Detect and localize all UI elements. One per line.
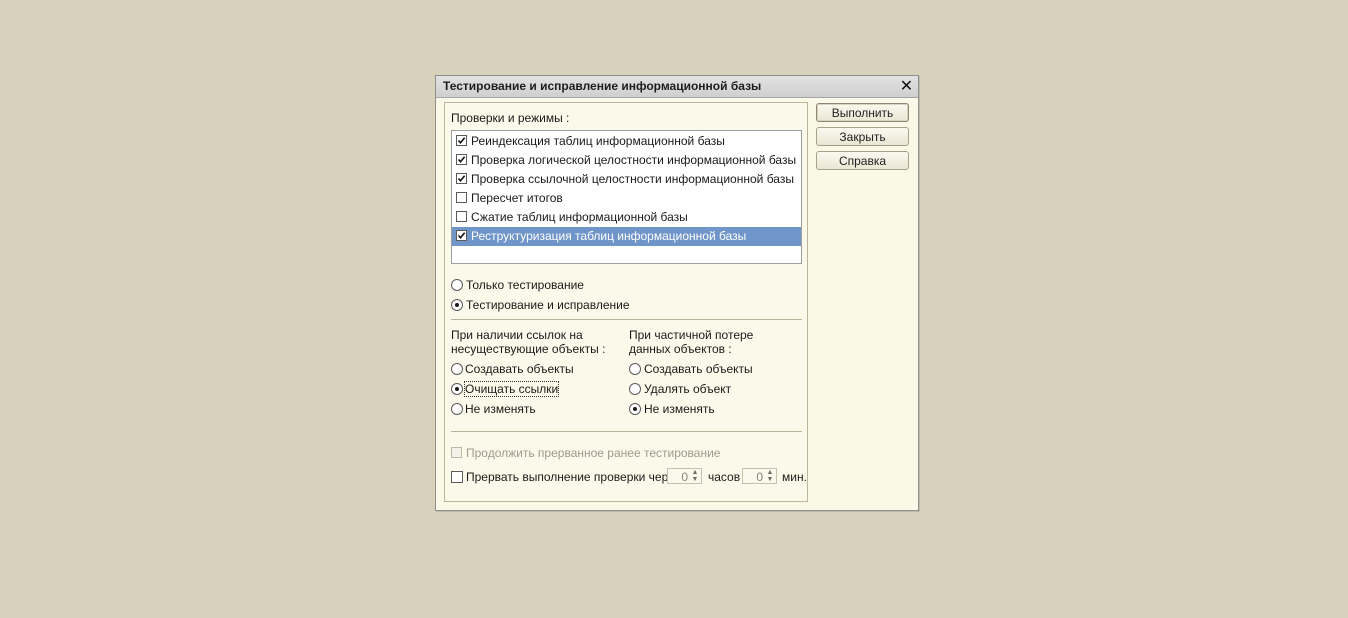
partial-loss-create-label[interactable]: Создавать объекты (644, 362, 753, 376)
reference-integrity-label: Проверка ссылочной целостности информаци… (471, 172, 794, 186)
partial-loss-keep-label[interactable]: Не изменять (644, 402, 715, 416)
list-item[interactable]: Проверка логической целостности информац… (452, 151, 801, 170)
partial-loss-delete-label[interactable]: Удалять объект (644, 382, 731, 396)
checks-list[interactable]: Реиндексация таблиц информационной базы … (451, 130, 802, 264)
hours-down-icon[interactable]: ▼ (690, 476, 700, 483)
dialog-titlebar[interactable]: Тестирование и исправление информационно… (436, 76, 918, 98)
test-repair-dialog: Тестирование и исправление информационно… (435, 75, 919, 511)
minutes-spinner[interactable]: 0 ▲ ▼ (742, 468, 777, 484)
list-item[interactable]: Реиндексация таблиц информационной базы (452, 132, 801, 151)
minutes-unit-label: мин. (782, 470, 807, 484)
interrupt-checkbox[interactable] (451, 471, 463, 483)
divider (451, 431, 802, 432)
close-icon[interactable]: ✕ (898, 78, 915, 95)
continue-testing-checkbox (451, 447, 462, 458)
close-button[interactable]: Закрыть (816, 127, 909, 146)
minutes-spin-arrows[interactable]: ▲ ▼ (765, 469, 775, 483)
checks-heading: Проверки и режимы : (451, 111, 570, 125)
mode-test-only-radio[interactable] (451, 279, 463, 291)
partial-loss-create-radio[interactable] (629, 363, 641, 375)
logical-integrity-label: Проверка логической целостности информац… (471, 153, 797, 167)
continue-testing-label: Продолжить прерванное ранее тестирование (466, 446, 721, 460)
missing-refs-clear-radio[interactable] (451, 383, 463, 395)
partial-loss-heading-line2: данных объектов : (629, 342, 732, 356)
recalc-totals-label: Пересчет итогов (471, 191, 563, 205)
reference-integrity-checkbox[interactable] (456, 173, 467, 184)
partial-loss-delete-radio[interactable] (629, 383, 641, 395)
partial-loss-keep-radio[interactable] (629, 403, 641, 415)
partial-loss-heading-line1: При частичной потере (629, 328, 754, 342)
missing-refs-create-radio[interactable] (451, 363, 463, 375)
restructure-checkbox[interactable] (456, 230, 467, 241)
run-button[interactable]: Выполнить (816, 103, 909, 122)
missing-refs-keep-label[interactable]: Не изменять (465, 402, 536, 416)
minutes-down-icon[interactable]: ▼ (765, 476, 775, 483)
reindex-checkbox[interactable] (456, 135, 467, 146)
hours-unit-label: часов (708, 470, 741, 484)
minutes-up-icon[interactable]: ▲ (765, 469, 775, 476)
mode-test-repair-label[interactable]: Тестирование и исправление (466, 298, 630, 312)
list-item-selected[interactable]: Реструктуризация таблиц информационной б… (452, 227, 801, 246)
missing-refs-clear-label[interactable]: Очищать ссылки (463, 381, 560, 397)
minutes-value[interactable]: 0 (756, 470, 763, 484)
dialog-title: Тестирование и исправление информационно… (443, 79, 762, 93)
hours-spinner[interactable]: 0 ▲ ▼ (667, 468, 702, 484)
mode-test-repair-radio[interactable] (451, 299, 463, 311)
list-item[interactable]: Проверка ссылочной целостности информаци… (452, 170, 801, 189)
checks-panel: Проверки и режимы : Реиндексация таблиц … (444, 102, 808, 502)
restructure-label: Реструктуризация таблиц информационной б… (471, 229, 747, 243)
hours-value[interactable]: 0 (681, 470, 688, 484)
logical-integrity-checkbox[interactable] (456, 154, 467, 165)
compress-tables-checkbox[interactable] (456, 211, 467, 222)
missing-refs-heading-line2: несуществующие объекты : (451, 342, 606, 356)
missing-refs-keep-radio[interactable] (451, 403, 463, 415)
compress-tables-label: Сжатие таблиц информационной базы (471, 210, 688, 224)
interrupt-label[interactable]: Прервать выполнение проверки через (466, 470, 680, 484)
divider (451, 319, 802, 320)
hours-spin-arrows[interactable]: ▲ ▼ (690, 469, 700, 483)
help-button[interactable]: Справка (816, 151, 909, 170)
missing-refs-heading-line1: При наличии ссылок на (451, 328, 583, 342)
hours-up-icon[interactable]: ▲ (690, 469, 700, 476)
mode-test-only-label[interactable]: Только тестирование (466, 278, 584, 292)
list-item[interactable]: Пересчет итогов (452, 189, 801, 208)
recalc-totals-checkbox[interactable] (456, 192, 467, 203)
reindex-label: Реиндексация таблиц информационной базы (471, 134, 725, 148)
missing-refs-create-label[interactable]: Создавать объекты (465, 362, 574, 376)
list-item[interactable]: Сжатие таблиц информационной базы (452, 208, 801, 227)
